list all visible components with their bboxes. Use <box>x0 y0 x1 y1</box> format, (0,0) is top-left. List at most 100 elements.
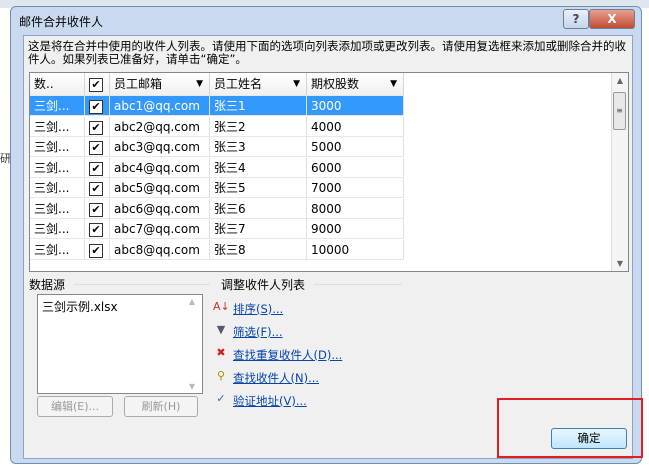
dropdown-arrow-icon[interactable]: ▼ <box>293 73 300 95</box>
table-row[interactable]: 三剑... ✔ abc4@qq.com 张三4 6000 <box>30 157 404 178</box>
cell-shares: 6000 <box>307 157 404 178</box>
header-label: 员工邮箱 <box>114 77 163 91</box>
dialog-body: 这是将在合并中使用的收件人列表。请使用下面的选项向列表添加项或更改列表。请使用复… <box>23 35 633 459</box>
row-checkbox[interactable]: ✔ <box>89 182 103 196</box>
cell-shares: 10000 <box>307 239 404 260</box>
cell-email: abc7@qq.com <box>110 219 210 239</box>
find-duplicates-link[interactable]: 查找重复收件人(D)... <box>233 347 342 363</box>
table-row[interactable]: 三剑... ✔ abc6@qq.com 张三6 8000 <box>30 198 404 219</box>
col-header-name[interactable]: 员工姓名 ▼ <box>210 73 307 96</box>
cell-checkbox: ✔ <box>85 219 110 239</box>
divider <box>74 284 210 285</box>
cell-source: 三剑... <box>30 137 85 157</box>
dropdown-arrow-icon[interactable]: ▼ <box>196 73 203 95</box>
cell-name: 张三5 <box>210 178 307 198</box>
cell-checkbox: ✔ <box>85 96 110 116</box>
description: 这是将在合并中使用的收件人列表。请使用下面的选项向列表添加项或更改列表。请使用复… <box>28 39 626 66</box>
highlight-annotation <box>497 398 643 458</box>
cell-email: abc4@qq.com <box>110 157 210 178</box>
scroll-up-icon[interactable]: ▲ <box>184 297 200 306</box>
table-row[interactable]: 三剑... ✔ abc5@qq.com 张三5 7000 <box>30 178 404 198</box>
cell-name: 张三4 <box>210 157 307 178</box>
divider <box>314 284 402 285</box>
cell-name: 张三6 <box>210 198 307 219</box>
help-button[interactable]: ? <box>563 9 589 29</box>
find-recipient-link[interactable]: 查找收件人(N)... <box>233 370 319 386</box>
header-label: 数.. <box>34 77 54 91</box>
scroll-down-icon[interactable]: ▼ <box>612 259 628 268</box>
dropdown-arrow-icon[interactable]: ▼ <box>390 73 397 95</box>
row-checkbox[interactable]: ✔ <box>89 120 103 135</box>
close-button[interactable]: X <box>589 9 635 29</box>
grid-header: 数.. ✔ 员工邮箱 ▼ 员工姓名 ▼ 期权股数 ▼ <box>30 73 404 96</box>
row-checkbox[interactable]: ✔ <box>89 223 103 237</box>
validate-address-icon: ✓ <box>216 392 226 405</box>
row-checkbox[interactable]: ✔ <box>89 100 103 114</box>
recipients-grid: 数.. ✔ 员工邮箱 ▼ 员工姓名 ▼ 期权股数 ▼ 三剑... ✔ abc1@qq.co… <box>29 72 629 272</box>
table-row[interactable]: 三剑... ✔ abc2@qq.com 张三2 4000 <box>30 116 404 137</box>
cell-source: 三剑... <box>30 96 85 116</box>
validate-address-link[interactable]: 验证地址(V)... <box>233 393 307 409</box>
scroll-thumb[interactable]: ≡ <box>613 92 626 130</box>
cell-email: abc8@qq.com <box>110 239 210 260</box>
table-row[interactable]: 三剑... ✔ abc1@qq.com 张三1 3000 <box>30 96 404 116</box>
edit-button[interactable]: 编辑(E)... <box>37 396 113 417</box>
filter-icon: ▼ <box>216 323 226 336</box>
cell-email: abc5@qq.com <box>110 178 210 198</box>
table-row[interactable]: 三剑... ✔ abc8@qq.com 张三8 10000 <box>30 239 404 260</box>
cell-name: 张三3 <box>210 137 307 157</box>
header-label: 员工姓名 <box>214 77 263 91</box>
cell-source: 三剑... <box>30 239 85 260</box>
filter-link[interactable]: 筛选(F)... <box>233 324 283 340</box>
cell-shares: 4000 <box>307 116 404 137</box>
scroll-up-icon[interactable]: ▲ <box>612 76 628 85</box>
refresh-button[interactable]: 刷新(H) <box>124 396 198 417</box>
cell-shares: 7000 <box>307 178 404 198</box>
cell-name: 张三2 <box>210 116 307 137</box>
cell-shares: 5000 <box>307 137 404 157</box>
cell-name: 张三1 <box>210 96 307 116</box>
cell-checkbox: ✔ <box>85 137 110 157</box>
row-checkbox[interactable]: ✔ <box>89 161 103 176</box>
row-checkbox[interactable]: ✔ <box>89 141 103 155</box>
mail-merge-recipients-dialog: 邮件合并收件人 ? X 这是将在合并中使用的收件人列表。请使用下面的选项向列表添… <box>10 6 642 464</box>
sort-az-icon: A↓ <box>213 300 230 313</box>
sort-link[interactable]: 排序(S)... <box>233 301 283 317</box>
cell-name: 张三7 <box>210 219 307 239</box>
cell-checkbox: ✔ <box>85 178 110 198</box>
cell-source: 三剑... <box>30 157 85 178</box>
find-recipient-icon: ⚲ <box>216 369 226 382</box>
datasource-label: 数据源 <box>29 278 66 292</box>
table-row[interactable]: 三剑... ✔ abc3@qq.com 张三3 5000 <box>30 137 404 157</box>
cell-shares: 8000 <box>307 198 404 219</box>
dialog-title: 邮件合并收件人 <box>19 15 104 29</box>
cell-source: 三剑... <box>30 178 85 198</box>
col-header-source[interactable]: 数.. <box>30 73 85 96</box>
cell-name: 张三8 <box>210 239 307 260</box>
cell-checkbox: ✔ <box>85 157 110 178</box>
cell-shares: 3000 <box>307 96 404 116</box>
cell-checkbox: ✔ <box>85 239 110 260</box>
datasource-list[interactable]: 三剑示例.xlsx ▲ ▼ <box>37 294 203 394</box>
scroll-down-icon[interactable]: ▼ <box>184 382 200 391</box>
cell-email: abc3@qq.com <box>110 137 210 157</box>
datasource-item[interactable]: 三剑示例.xlsx <box>42 298 118 315</box>
col-header-checkall[interactable]: ✔ <box>85 73 110 96</box>
header-label: 期权股数 <box>311 77 360 91</box>
cell-email: abc6@qq.com <box>110 198 210 219</box>
col-header-shares[interactable]: 期权股数 ▼ <box>307 73 404 96</box>
cell-source: 三剑... <box>30 198 85 219</box>
cell-email: abc1@qq.com <box>110 96 210 116</box>
table-row[interactable]: 三剑... ✔ abc7@qq.com 张三7 9000 <box>30 219 404 239</box>
adjust-list-label: 调整收件人列表 <box>221 278 306 292</box>
cell-checkbox: ✔ <box>85 116 110 137</box>
row-checkbox[interactable]: ✔ <box>89 202 103 217</box>
cell-email: abc2@qq.com <box>110 116 210 137</box>
cell-checkbox: ✔ <box>85 198 110 219</box>
cell-source: 三剑... <box>30 116 85 137</box>
cell-source: 三剑... <box>30 219 85 239</box>
col-header-email[interactable]: 员工邮箱 ▼ <box>110 73 210 96</box>
checkbox-all[interactable]: ✔ <box>89 78 103 92</box>
grid-scrollbar[interactable]: ▲ ≡ ▼ <box>611 73 628 271</box>
row-checkbox[interactable]: ✔ <box>89 243 103 258</box>
